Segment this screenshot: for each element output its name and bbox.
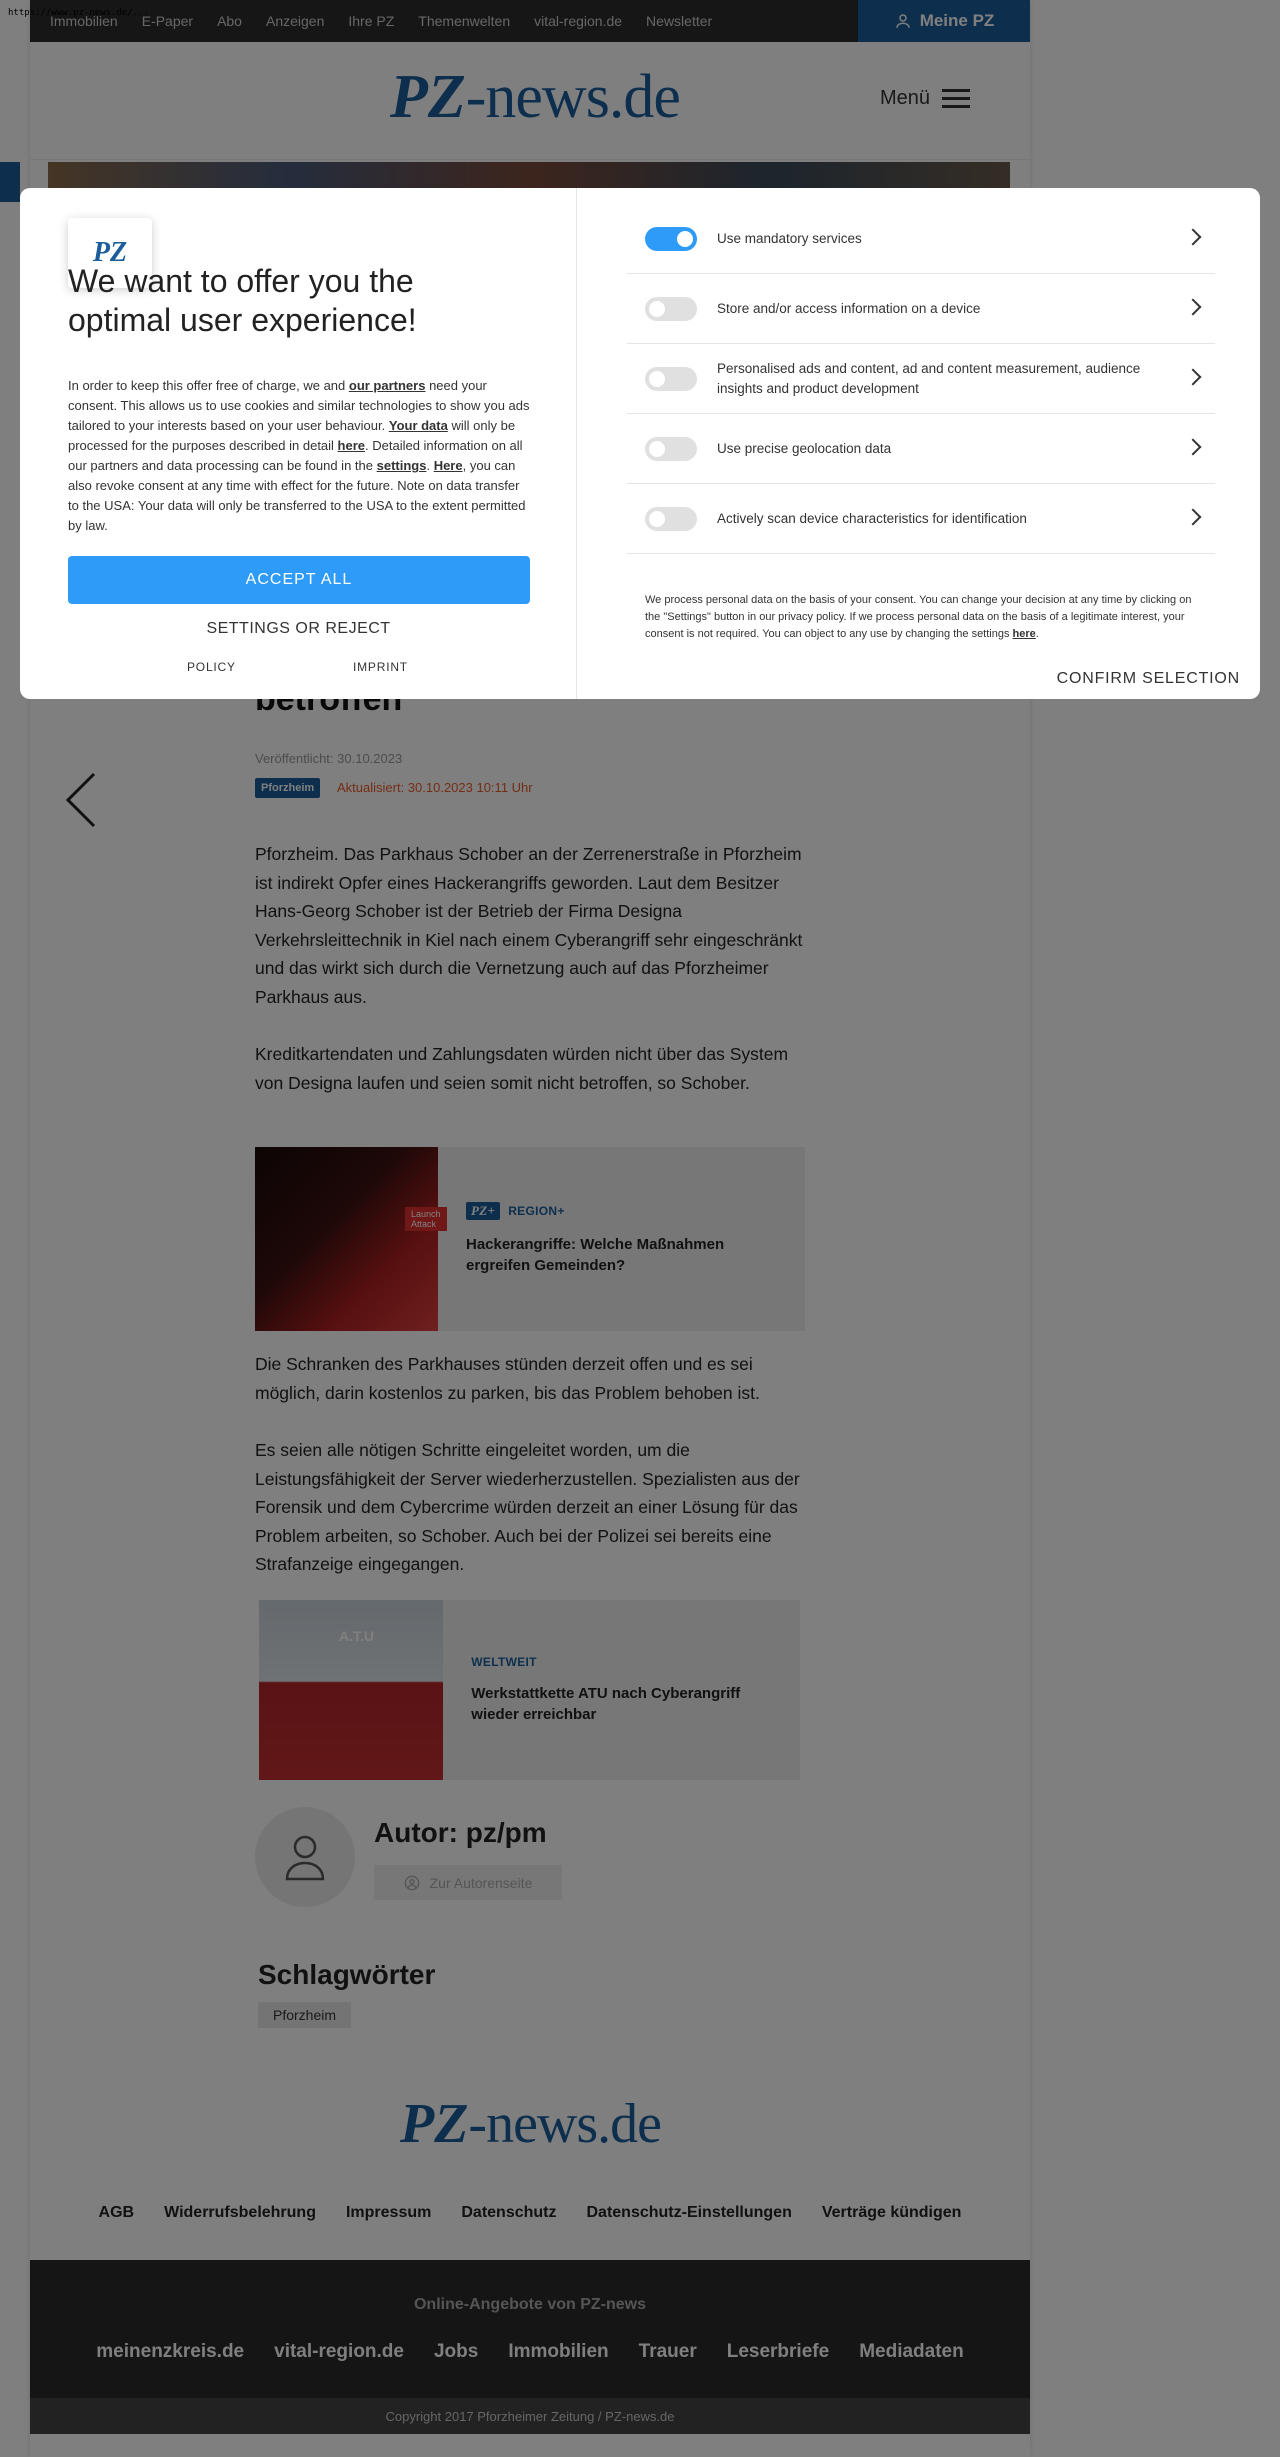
- purpose-label: Use mandatory services: [717, 230, 862, 246]
- chevron-right-icon[interactable]: [1184, 508, 1202, 526]
- toggle-switch[interactable]: [645, 296, 697, 321]
- policy-link[interactable]: POLICY: [187, 660, 236, 674]
- chevron-right-icon[interactable]: [1184, 228, 1202, 246]
- consent-description: In order to keep this offer free of char…: [68, 376, 531, 536]
- note-text: .: [1035, 628, 1039, 640]
- your-data-link[interactable]: Your data: [389, 418, 448, 433]
- toggle-switch[interactable]: [645, 366, 697, 391]
- consent-dialog: PZ We want to offer you the optimal user…: [20, 188, 1260, 699]
- partners-link[interactable]: our partners: [349, 378, 426, 393]
- here-link[interactable]: here: [338, 438, 365, 453]
- purpose-label: Use precise geolocation data: [717, 440, 892, 456]
- purpose-row-personalised-ads[interactable]: Personalised ads and content, ad and con…: [627, 344, 1215, 414]
- settings-link[interactable]: settings: [377, 458, 427, 473]
- chevron-right-icon[interactable]: [1184, 368, 1202, 386]
- note-text: We process personal data on the basis of…: [645, 594, 1192, 640]
- consent-note: We process personal data on the basis of…: [645, 592, 1200, 643]
- toggle-switch[interactable]: [645, 436, 697, 461]
- purpose-row-geolocation[interactable]: Use precise geolocation data: [627, 414, 1215, 484]
- revoke-here-link[interactable]: Here: [434, 458, 463, 473]
- settings-or-reject-button[interactable]: SETTINGS OR REJECT: [20, 620, 577, 638]
- chevron-right-icon[interactable]: [1184, 298, 1202, 316]
- purpose-label: Store and/or access information on a dev…: [717, 300, 981, 316]
- chevron-right-icon[interactable]: [1184, 438, 1202, 456]
- purpose-row-mandatory[interactable]: Use mandatory services: [627, 204, 1215, 274]
- note-here-link[interactable]: here: [1013, 628, 1036, 640]
- accept-all-button[interactable]: ACCEPT ALL: [68, 556, 530, 604]
- purpose-label: Actively scan device characteristics for…: [717, 510, 1027, 526]
- toggle-switch[interactable]: [645, 226, 697, 251]
- browser-url: https://www.pz-news.de/...: [8, 8, 149, 18]
- confirm-selection-button[interactable]: CONFIRM SELECTION: [1057, 670, 1240, 688]
- purpose-row-storage[interactable]: Store and/or access information on a dev…: [627, 274, 1215, 344]
- purpose-row-device-scan[interactable]: Actively scan device characteristics for…: [627, 484, 1215, 554]
- purpose-label: Personalised ads and content, ad and con…: [717, 360, 1141, 396]
- imprint-link[interactable]: IMPRINT: [353, 660, 408, 674]
- desc-text: .: [426, 458, 434, 473]
- consent-title: We want to offer you the optimal user ex…: [68, 263, 417, 338]
- toggle-switch[interactable]: [645, 506, 697, 531]
- desc-text: In order to keep this offer free of char…: [68, 378, 349, 393]
